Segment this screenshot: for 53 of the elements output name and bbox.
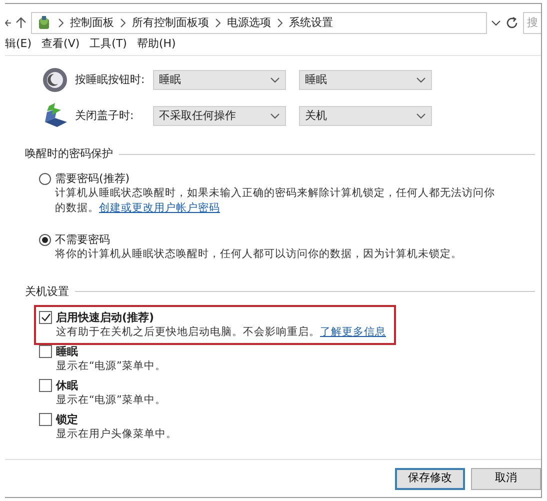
dropdown[interactable]: 关机 xyxy=(299,106,432,126)
chevron-right-icon xyxy=(119,18,127,28)
description: 显示在“电源”菜单中。 xyxy=(56,359,166,374)
option-label[interactable]: 不需要密码 xyxy=(55,232,462,246)
link[interactable]: 了解更多信息 xyxy=(320,326,386,338)
menu-item[interactable]: 辑(E) xyxy=(5,36,32,53)
description: 这有助于在关机之后更快地启动电脑。不会影响重启。了解更多信息 xyxy=(56,325,386,340)
dropdown[interactable]: 不采取任何操作 xyxy=(153,106,286,126)
back-icon[interactable] xyxy=(5,17,11,29)
control-panel-icon xyxy=(36,15,52,31)
chevron-down-icon[interactable] xyxy=(491,19,501,27)
checkbox[interactable] xyxy=(39,311,52,324)
option-label[interactable]: 休眠 xyxy=(56,378,166,393)
radio-button[interactable] xyxy=(39,234,51,246)
chevron-down-icon xyxy=(416,112,426,120)
radio-button[interactable] xyxy=(39,172,51,184)
breadcrumb-item[interactable]: 控制面板 xyxy=(70,14,114,32)
menu-item[interactable]: 帮助(H) xyxy=(136,36,176,53)
button[interactable]: 取消 xyxy=(471,468,541,490)
chevron-right-icon xyxy=(57,18,65,28)
option-label[interactable]: 睡眠 xyxy=(56,344,166,359)
refresh-icon[interactable] xyxy=(505,16,519,30)
option-label[interactable]: 需要密码(推荐) xyxy=(55,170,505,186)
description: 计算机从睡眠状态唤醒时，如果未输入正确的密码来解除计算机锁定，任何人都无法访问你的数据。创建或更改用户帐户密码 xyxy=(55,186,496,216)
address-bar[interactable]: 控制面板 所有控制面板项 电源选项 系统设置 xyxy=(31,12,487,34)
dropdown[interactable]: 睡眠 xyxy=(153,70,286,90)
description: 显示在用户头像菜单中。 xyxy=(56,427,177,442)
button[interactable]: 保存修改 xyxy=(395,468,465,490)
chevron-down-icon xyxy=(270,112,280,120)
setting-label: 按睡眠按钮时: xyxy=(75,72,146,88)
chevron-down-icon xyxy=(270,76,280,84)
dropdown[interactable]: 睡眠 xyxy=(299,70,432,90)
link[interactable]: 创建或更改用户帐户密码 xyxy=(99,202,220,214)
breadcrumb-item[interactable]: 系统设置 xyxy=(289,14,333,32)
setting-label: 关闭盖子时: xyxy=(75,108,135,124)
chevron-down-icon xyxy=(416,76,426,84)
option-label[interactable]: 启用快速启动(推荐) xyxy=(56,310,386,325)
chevron-right-icon xyxy=(214,18,222,28)
sleep-button-icon xyxy=(41,66,69,94)
up-arrow-icon[interactable] xyxy=(15,17,27,29)
menu-item[interactable]: 工具(T) xyxy=(90,36,127,53)
checkbox[interactable] xyxy=(39,345,52,358)
section-title: 唤醒时的密码保护 xyxy=(25,146,113,162)
checkbox[interactable] xyxy=(39,413,52,426)
breadcrumb-item[interactable]: 所有控制面板项 xyxy=(132,14,209,32)
checkbox[interactable] xyxy=(39,379,52,392)
breadcrumb-item[interactable]: 电源选项 xyxy=(227,14,271,32)
description: 显示在“电源”菜单中。 xyxy=(56,393,166,408)
section-title: 关机设置 xyxy=(25,284,69,300)
chevron-right-icon xyxy=(276,18,284,28)
description: 将你的计算机从睡眠状态唤醒时，任何人都可以访问你的数据，因为计算机未锁定。 xyxy=(55,246,462,262)
option-label[interactable]: 锁定 xyxy=(56,412,177,427)
menu-item[interactable]: 查看(V) xyxy=(42,36,80,53)
